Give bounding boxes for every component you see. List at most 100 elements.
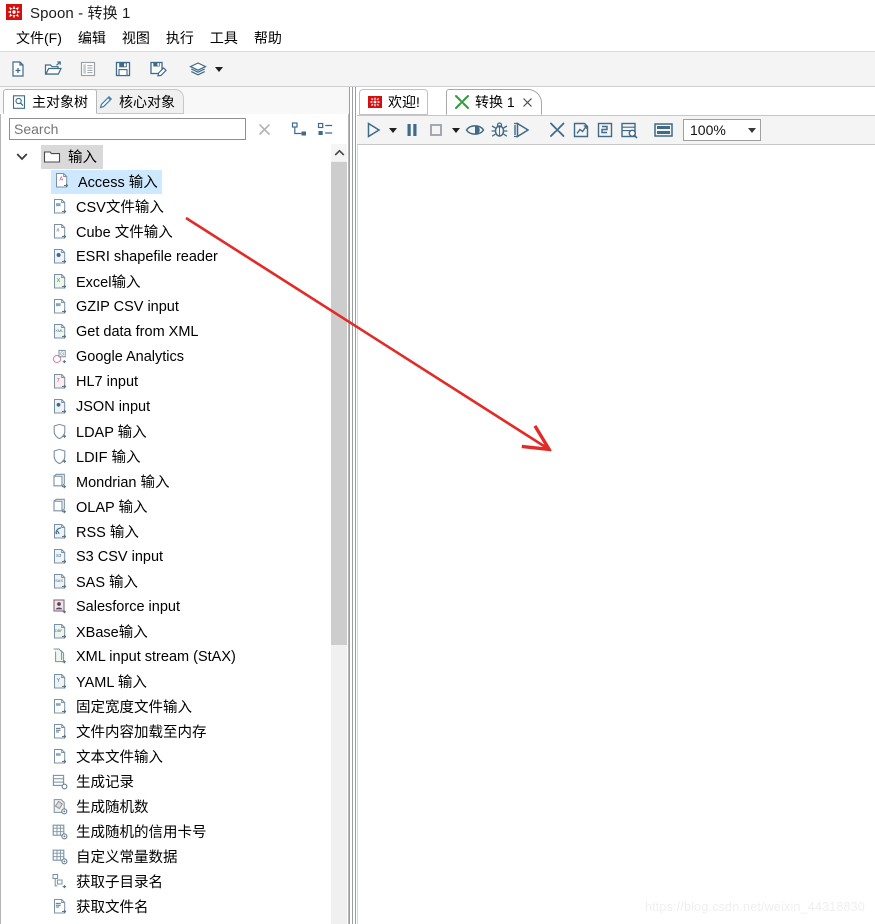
tree-folder-input[interactable]: 输入 — [3, 144, 331, 169]
tree-item[interactable]: ESRI shapefile reader — [3, 244, 331, 269]
tree-item[interactable]: 生成随机的信用卡号 — [3, 819, 331, 844]
tab-close-button[interactable] — [522, 96, 534, 108]
replay-button[interactable] — [511, 118, 535, 142]
tree-item[interactable]: 获取子目录名 — [3, 869, 331, 894]
tree-item[interactable]: LDAP 输入 — [3, 419, 331, 444]
watermark: https://blog.csdn.net/weixin_44318830 — [644, 900, 865, 914]
svg-text:S3: S3 — [56, 553, 62, 558]
menu-view[interactable]: 视图 — [114, 26, 158, 50]
collapse-all-icon — [291, 121, 306, 135]
run-button[interactable] — [361, 118, 385, 142]
stop-options-dropdown[interactable] — [448, 118, 463, 142]
zoom-level-combobox[interactable]: 100% — [683, 119, 761, 141]
sql-button[interactable] — [593, 118, 617, 142]
menu-help[interactable]: 帮助 — [246, 26, 290, 50]
stop-button[interactable] — [424, 118, 448, 142]
tree-item[interactable]: Y YAML 输入 — [3, 669, 331, 694]
toolbar-save[interactable] — [110, 56, 136, 82]
menu-tools[interactable]: 工具 — [202, 26, 246, 50]
pause-button[interactable] — [400, 118, 424, 142]
tree-item[interactable]: XML Get data from XML — [3, 319, 331, 344]
tab-welcome[interactable]: 欢迎! — [359, 89, 428, 115]
tree-item-label: 文件内容加载至内存 — [76, 725, 207, 741]
panel-splitter[interactable] — [349, 87, 357, 924]
tree-item-label: Cube 文件输入 — [76, 225, 173, 241]
tree-item-label: XML input stream (StAX) — [76, 648, 236, 665]
search-input[interactable] — [9, 118, 246, 140]
svg-text:SAS: SAS — [55, 578, 63, 583]
preview-button[interactable] — [463, 118, 487, 142]
tree-item[interactable]: RSS 输入 — [3, 519, 331, 544]
tree-item[interactable]: 固定宽度文件输入 — [3, 694, 331, 719]
tree-item[interactable]: GZIP CSV input — [3, 294, 331, 319]
toolbar-new[interactable] — [5, 56, 31, 82]
tree-item[interactable]: 文本文件输入 — [3, 744, 331, 769]
scroll-up-button[interactable] — [331, 144, 347, 161]
left-panel: 主对象树 核心对象 Search 输入 A Access 输入 CSV文件输入 … — [0, 87, 349, 924]
tree-item[interactable]: A Access 输入 — [3, 169, 331, 194]
chevron-down-icon — [451, 127, 460, 133]
tree-item[interactable]: DBF XBase输入 — [3, 619, 331, 644]
expand-tree-button[interactable] — [314, 119, 336, 139]
toolbar-save-as[interactable] — [145, 56, 171, 82]
transformation-canvas[interactable] — [357, 145, 875, 924]
menu-file[interactable]: 文件(F) — [8, 26, 70, 50]
tree-item[interactable]: CSV文件输入 — [3, 194, 331, 219]
menu-edit[interactable]: 编辑 — [70, 26, 114, 50]
collapse-all-button[interactable] — [288, 119, 310, 139]
object-tree[interactable]: 输入 A Access 输入 CSV文件输入 # Cube 文件输入 ESRI … — [0, 144, 349, 924]
tab-main-object-tree[interactable]: 主对象树 — [3, 89, 97, 114]
scrollbar-thumb[interactable] — [331, 162, 347, 645]
toolbar-layers-dropdown[interactable] — [211, 57, 227, 81]
verify-button[interactable] — [545, 118, 569, 142]
toolbar-explorer[interactable] — [75, 56, 101, 82]
show-grid-button[interactable] — [651, 118, 675, 142]
rss-input-icon — [51, 523, 69, 541]
tree-item[interactable]: 生成记录 — [3, 769, 331, 794]
tree-item-label: YAML 输入 — [76, 675, 147, 691]
tree-item[interactable]: 7 HL7 input — [3, 369, 331, 394]
tab-core-objects[interactable]: 核心对象 — [90, 89, 184, 114]
tree-item[interactable]: SAS SAS 输入 — [3, 569, 331, 594]
toolbar-open[interactable] — [40, 56, 66, 82]
transformation-icon — [549, 122, 564, 137]
tree-item[interactable]: G Google Analytics — [3, 344, 331, 369]
database-explore-button[interactable] — [617, 118, 641, 142]
tree-vertical-scrollbar[interactable] — [331, 144, 347, 924]
tree-item[interactable]: Mondrian 输入 — [3, 469, 331, 494]
tab-welcome-label: 欢迎! — [388, 94, 420, 110]
clear-search-button[interactable] — [251, 118, 277, 140]
tree-item[interactable]: 自定义常量数据 — [3, 844, 331, 869]
debug-button[interactable] — [487, 118, 511, 142]
folder-icon — [43, 147, 61, 165]
run-options-dropdown[interactable] — [385, 118, 400, 142]
salesforce-input-icon — [51, 598, 69, 616]
replay-icon — [514, 122, 530, 138]
tree-item[interactable]: OLAP 输入 — [3, 494, 331, 519]
tree-item-label: 生成记录 — [76, 775, 134, 791]
excel-input-icon: X — [51, 273, 69, 291]
tree-item[interactable]: 生成随机数 — [3, 794, 331, 819]
tab-transformation-1[interactable]: 转换 1 — [446, 89, 542, 115]
hl7-input-icon: 7 — [51, 373, 69, 391]
toolbar-layers[interactable] — [185, 56, 211, 82]
ldif-input-icon — [51, 448, 69, 466]
tree-item[interactable]: Salesforce input — [3, 594, 331, 619]
tree-item[interactable]: # Cube 文件输入 — [3, 219, 331, 244]
tree-item[interactable]: S3 S3 CSV input — [3, 544, 331, 569]
welcome-icon — [367, 94, 383, 110]
tree-item-label: GZIP CSV input — [76, 298, 179, 315]
s3-csv-input-icon: S3 — [51, 548, 69, 566]
tree-item[interactable]: X Excel输入 — [3, 269, 331, 294]
db-explore-icon — [620, 122, 638, 139]
menu-run[interactable]: 执行 — [158, 26, 202, 50]
tree-item-label: Access 输入 — [78, 174, 158, 191]
debug-bug-icon — [491, 122, 507, 137]
tree-item[interactable]: LDIF 输入 — [3, 444, 331, 469]
tree-item[interactable]: JSON input — [3, 394, 331, 419]
chevron-down-icon[interactable] — [13, 148, 31, 166]
impact-button[interactable] — [569, 118, 593, 142]
tree-item[interactable]: 获取文件名 — [3, 894, 331, 919]
tree-item[interactable]: 文件内容加载至内存 — [3, 719, 331, 744]
tree-item[interactable]: XML input stream (StAX) — [3, 644, 331, 669]
